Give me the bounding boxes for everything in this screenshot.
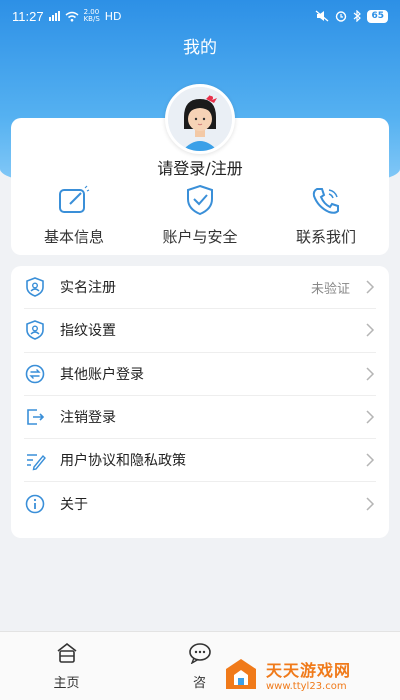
menu-item-fingerprint[interactable]: 指纹设置 — [24, 309, 376, 353]
chevron-right-icon — [366, 367, 375, 381]
quick-action-account-security[interactable]: 账户与安全 — [137, 184, 263, 247]
status-bar: 11:27 2.00 KB/S HD 65 — [0, 0, 400, 32]
menu-item-logout[interactable]: 注销登录 — [24, 396, 376, 440]
menu-item-other-account[interactable]: 其他账户登录 — [24, 353, 376, 396]
quick-actions: 基本信息 账户与安全 联系我们 — [11, 184, 389, 247]
nav-item-label: 主页 — [53, 676, 80, 691]
edit-icon — [59, 185, 90, 213]
switch-account-icon — [25, 364, 45, 384]
home-icon — [57, 642, 76, 663]
mute-icon — [316, 10, 329, 22]
shield-icon — [187, 184, 213, 216]
menu-item-label: 注销登录 — [60, 410, 116, 427]
quick-action-contact-us[interactable]: 联系我们 — [263, 184, 389, 247]
watermark-url: www.ttyl23.com — [266, 680, 347, 692]
chevron-right-icon — [366, 497, 375, 511]
menu-item-label: 用户协议和隐私政策 — [60, 453, 186, 470]
menu-item-label: 其他账户登录 — [60, 366, 144, 383]
nav-item-label: 咨 — [192, 676, 206, 691]
chevron-right-icon — [366, 323, 375, 337]
phone-icon — [312, 188, 339, 214]
verification-status: 未验证 — [310, 281, 350, 297]
signal-icon — [48, 11, 60, 21]
chat-icon — [188, 643, 211, 664]
watermark-title: 天天游戏网 — [266, 660, 352, 680]
chevron-right-icon — [366, 410, 375, 424]
quick-action-label: 基本信息 — [43, 228, 104, 246]
logout-icon — [27, 409, 45, 425]
login-register-link[interactable]: 请登录/注册 — [0, 155, 400, 179]
menu-item-label: 实名注册 — [60, 280, 116, 297]
network-speed: 2.00 KB/S — [83, 8, 100, 23]
battery-indicator: 65 — [367, 9, 388, 23]
agreement-icon — [27, 454, 46, 471]
info-icon — [25, 494, 45, 514]
settings-menu: 实名注册 未验证 指纹设置 其他账户登录 注销登录 用户协议和隐私政策 关于 — [11, 266, 389, 538]
hd-label: HD — [104, 9, 122, 23]
bluetooth-icon — [354, 10, 362, 22]
watermark: 天天游戏网 www.ttyl23.com — [222, 654, 392, 694]
chevron-right-icon — [366, 280, 375, 294]
menu-item-about[interactable]: 关于 — [24, 482, 376, 525]
quick-action-label: 联系我们 — [295, 228, 356, 246]
quick-action-label: 账户与安全 — [162, 228, 238, 246]
chevron-right-icon — [366, 453, 375, 467]
menu-item-label: 关于 — [60, 497, 88, 514]
status-time: 11:27 — [12, 8, 44, 24]
avatar-girl-icon — [168, 87, 232, 151]
menu-item-agreement[interactable]: 用户协议和隐私政策 — [24, 439, 376, 483]
quick-action-basic-info[interactable]: 基本信息 — [11, 184, 137, 247]
fingerprint-icon — [26, 320, 44, 341]
menu-item-real-name[interactable]: 实名注册 未验证 — [24, 266, 376, 310]
id-verify-icon — [26, 277, 44, 297]
alarm-icon — [336, 11, 347, 22]
menu-item-label: 指纹设置 — [60, 323, 116, 340]
nav-item-home[interactable]: 主页 — [0, 632, 133, 700]
page-title: 我的 — [183, 38, 217, 58]
avatar[interactable] — [165, 84, 235, 154]
watermark-logo-icon — [226, 659, 256, 689]
wifi-icon — [65, 11, 79, 21]
